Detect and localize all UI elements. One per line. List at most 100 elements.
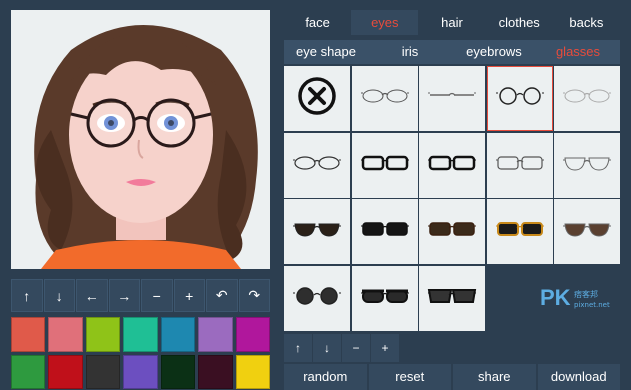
rotate-left-icon: ↶ <box>215 287 228 303</box>
subtab-eye-shape[interactable]: eye shape <box>284 40 368 64</box>
glasses-option-g2[interactable] <box>419 66 485 131</box>
aviator-clear-glasses-icon <box>562 151 612 180</box>
glasses-option-s3[interactable] <box>419 199 485 264</box>
brown-sunglasses-icon <box>427 217 477 246</box>
item-zoom-out-button[interactable]: − <box>342 334 370 362</box>
color-swatch[interactable] <box>11 354 46 389</box>
arrow-right-icon: → <box>117 287 132 304</box>
glasses-option-g7[interactable] <box>419 132 485 198</box>
arrow-up-icon: ↑ <box>295 341 301 355</box>
tab-hair[interactable]: hair <box>418 10 485 35</box>
rimless-glasses-icon <box>427 84 477 113</box>
light-glasses-icon <box>562 84 612 113</box>
avatar-preview <box>11 10 270 269</box>
glasses-option-s6[interactable] <box>284 265 350 331</box>
color-swatch[interactable] <box>48 354 83 389</box>
glasses-option-s4[interactable] <box>486 199 553 264</box>
color-swatch[interactable] <box>198 354 233 389</box>
preview-arrow-up-button[interactable]: ↑ <box>11 279 43 312</box>
dark-sunglasses-icon <box>292 217 342 246</box>
tab-backs[interactable]: backs <box>553 10 620 35</box>
color-swatch[interactable] <box>123 317 158 352</box>
watermark-url: pixnet.net <box>574 301 610 309</box>
zoom-in-icon: + <box>381 341 389 355</box>
gold-sunglasses-icon <box>495 217 545 246</box>
tab-face[interactable]: face <box>284 10 351 35</box>
arrow-down-icon: ↓ <box>324 341 330 355</box>
item-toolbar: ↑ ↓ − + <box>284 334 620 362</box>
glasses-option-g8[interactable] <box>486 132 553 198</box>
watermark-logo: PK 痞客邦 pixnet.net <box>540 285 620 315</box>
no-glasses-icon <box>297 76 337 121</box>
watermark-subtitle: 痞客邦 <box>574 290 598 299</box>
avatar-illustration <box>34 25 258 269</box>
zoom-in-icon: + <box>185 287 194 304</box>
color-swatch[interactable] <box>123 354 158 389</box>
color-swatch[interactable] <box>11 317 46 352</box>
preview-rotate-right-button[interactable]: ↷ <box>238 279 270 312</box>
avatar-maker-app: ↑ ↓ ← → − + ↶ ↷ face eyes hair clothes backs eye sh… <box>0 0 631 390</box>
zoom-out-icon: − <box>352 341 360 355</box>
arrow-left-icon: ← <box>84 287 99 304</box>
round-sunglasses-icon <box>292 284 342 313</box>
zoom-out-icon: − <box>152 287 161 304</box>
category-tabs: face eyes hair clothes backs <box>284 10 620 35</box>
wayfarer-sunglasses-icon <box>427 284 477 313</box>
random-button[interactable]: random <box>284 364 367 390</box>
half-rim-glasses-icon <box>495 151 545 180</box>
color-swatch[interactable] <box>235 317 270 352</box>
watermark-brand: PK <box>540 285 571 310</box>
glasses-option-g5[interactable] <box>284 132 350 198</box>
preview-arrow-left-button[interactable]: ← <box>76 279 108 312</box>
color-palette <box>11 317 270 389</box>
tab-clothes[interactable]: clothes <box>486 10 553 35</box>
clubmaster-sunglasses-icon <box>360 284 410 313</box>
preview-arrow-right-button[interactable]: → <box>108 279 140 312</box>
round-glasses-icon <box>495 84 545 113</box>
preview-zoom-out-button[interactable]: − <box>141 279 173 312</box>
item-zoom-in-button[interactable]: + <box>371 334 399 362</box>
glasses-option-s8[interactable] <box>419 265 485 331</box>
share-button[interactable]: share <box>453 364 536 390</box>
action-bar: random reset share download <box>284 364 620 390</box>
color-swatch[interactable] <box>160 354 196 389</box>
glasses-option-g4[interactable] <box>554 66 620 131</box>
preview-rotate-left-button[interactable]: ↶ <box>206 279 238 312</box>
rotate-right-icon: ↷ <box>248 287 261 303</box>
color-swatch[interactable] <box>160 317 196 352</box>
glasses-option-s7[interactable] <box>351 265 418 331</box>
item-arrow-up-button[interactable]: ↑ <box>284 334 312 362</box>
tab-eyes[interactable]: eyes <box>351 10 419 35</box>
thin-oval-glasses-icon <box>360 84 410 113</box>
preview-toolbar: ↑ ↓ ← → − + ↶ ↷ <box>11 279 270 312</box>
color-swatch[interactable] <box>85 317 121 352</box>
black-rect-glasses-icon <box>360 151 410 180</box>
subtab-iris[interactable]: iris <box>368 40 452 64</box>
item-arrow-down-button[interactable]: ↓ <box>313 334 341 362</box>
color-swatch[interactable] <box>85 354 121 389</box>
black-sunglasses-icon <box>360 217 410 246</box>
reset-button[interactable]: reset <box>368 364 451 390</box>
aviator-sunglasses-icon <box>562 217 612 246</box>
download-button[interactable]: download <box>537 364 620 390</box>
glasses-option-g3[interactable] <box>486 66 553 131</box>
glasses-option-g6[interactable] <box>351 132 418 198</box>
subtab-eyebrows[interactable]: eyebrows <box>452 40 536 64</box>
color-swatch[interactable] <box>198 317 233 352</box>
glasses-option-g1[interactable] <box>351 66 418 131</box>
glasses-option-s1[interactable] <box>284 199 350 264</box>
glasses-option-s2[interactable] <box>351 199 418 264</box>
glasses-option-s5[interactable] <box>554 199 620 264</box>
glasses-option-none[interactable] <box>284 66 350 131</box>
subtab-glasses[interactable]: glasses <box>536 40 620 64</box>
preview-arrow-down-button[interactable]: ↓ <box>43 279 75 312</box>
arrow-up-icon: ↑ <box>23 287 31 304</box>
color-swatch[interactable] <box>48 317 83 352</box>
subcategory-tabs: eye shape iris eyebrows glasses <box>284 40 620 64</box>
arrow-down-icon: ↓ <box>55 287 63 304</box>
black-square-glasses-icon <box>427 151 477 180</box>
preview-zoom-in-button[interactable]: + <box>173 279 205 312</box>
oval-glasses-icon <box>292 151 342 180</box>
color-swatch[interactable] <box>235 354 270 389</box>
glasses-option-g9[interactable] <box>554 132 620 198</box>
